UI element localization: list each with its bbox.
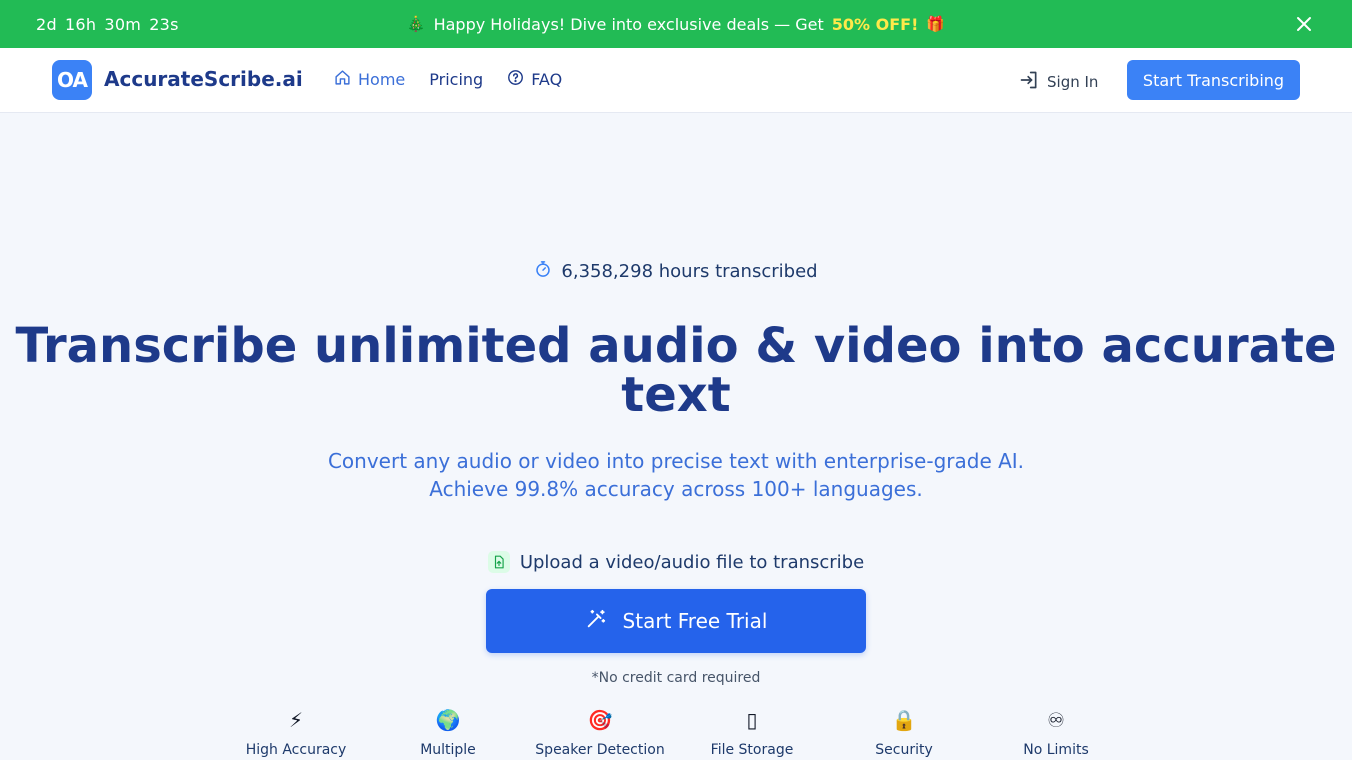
hero-subtitle: Convert any audio or video into precise …	[0, 447, 1352, 503]
nav-home[interactable]: Home	[334, 69, 405, 90]
hero-subtitle-line-2: Achieve 99.8% accuracy across 100+ langu…	[429, 477, 923, 501]
promo-text: Happy Holidays! Dive into exclusive deal…	[433, 14, 824, 34]
file-storage-icon: ▯	[746, 708, 758, 732]
site-header: OA AccurateScribe.ai Home Pricing FAQ Si…	[0, 48, 1352, 113]
lightning-icon: ⚡	[288, 708, 304, 732]
infinity-icon: ♾	[1047, 708, 1065, 732]
feature-label: Multiple	[420, 742, 476, 758]
feature-label: Security	[875, 742, 933, 758]
lock-icon: 🔒	[891, 708, 917, 732]
page-title: Transcribe unlimited audio & video into …	[15, 318, 1337, 423]
feature-speaker-detection: 🎯 Speaker Detection	[524, 706, 676, 760]
close-icon[interactable]	[1294, 14, 1314, 34]
nav-pricing-label: Pricing	[429, 70, 484, 89]
feature-label: High Accuracy	[245, 742, 347, 758]
feature-security: 🔒 Security	[828, 706, 980, 760]
hero-subtitle-line-1: Convert any audio or video into precise …	[327, 449, 1025, 473]
feature-list: ⚡ High Accuracy 🌍 Multiple 🎯 Speaker Det…	[220, 706, 1132, 760]
promo-banner: 2d 16h 30m 23s 🎄 Happy Holidays! Dive in…	[0, 0, 1352, 48]
magic-wand-icon	[585, 608, 607, 635]
feature-label: File Storage	[710, 742, 794, 758]
feature-label: No Limits	[1023, 742, 1089, 758]
start-transcribing-button[interactable]: Start Transcribing	[1127, 60, 1300, 100]
help-circle-icon	[507, 69, 524, 90]
logo-mark[interactable]: OA	[52, 60, 92, 100]
promo-highlight: 50% OFF!	[831, 14, 919, 34]
sign-in-icon	[1019, 70, 1039, 94]
feature-label: Speaker Detection	[535, 742, 665, 758]
nav-home-label: Home	[358, 70, 406, 89]
nav-faq-label: FAQ	[531, 70, 563, 89]
gift-icon: 🎁	[926, 15, 946, 33]
target-icon: 🎯	[587, 708, 613, 732]
globe-icon: 🌍	[435, 708, 461, 732]
nav-pricing[interactable]: Pricing	[429, 70, 483, 89]
sign-in-label: Sign In	[1047, 73, 1099, 91]
home-icon	[334, 69, 351, 90]
file-upload-icon	[487, 551, 510, 573]
feature-no-limits: ♾ No Limits	[980, 706, 1132, 760]
hours-count: 6,358,298 hours transcribed	[561, 261, 818, 282]
upload-label: Upload a video/audio file to transcribe	[519, 551, 865, 573]
no-credit-card-note: *No credit card required	[591, 670, 761, 686]
start-free-trial-label: Start Free Trial	[622, 609, 768, 633]
upload-prompt[interactable]: Upload a video/audio file to transcribe	[0, 551, 1352, 573]
hours-transcribed: 6,358,298 hours transcribed	[0, 260, 1352, 283]
start-free-trial-button[interactable]: Start Free Trial	[486, 589, 866, 653]
feature-file-storage: ▯ File Storage	[676, 706, 828, 760]
sign-in-link[interactable]: Sign In	[1019, 70, 1098, 94]
main-nav: Home Pricing FAQ	[334, 69, 562, 90]
christmas-tree-icon: 🎄	[406, 15, 426, 33]
nav-faq[interactable]: FAQ	[507, 69, 562, 90]
brand-name[interactable]: AccurateScribe.ai	[104, 67, 303, 91]
feature-high-accuracy: ⚡ High Accuracy	[220, 706, 372, 760]
promo-message: 🎄 Happy Holidays! Dive into exclusive de…	[0, 0, 1352, 48]
feature-multiple: 🌍 Multiple	[372, 706, 524, 760]
stopwatch-icon	[534, 260, 552, 283]
